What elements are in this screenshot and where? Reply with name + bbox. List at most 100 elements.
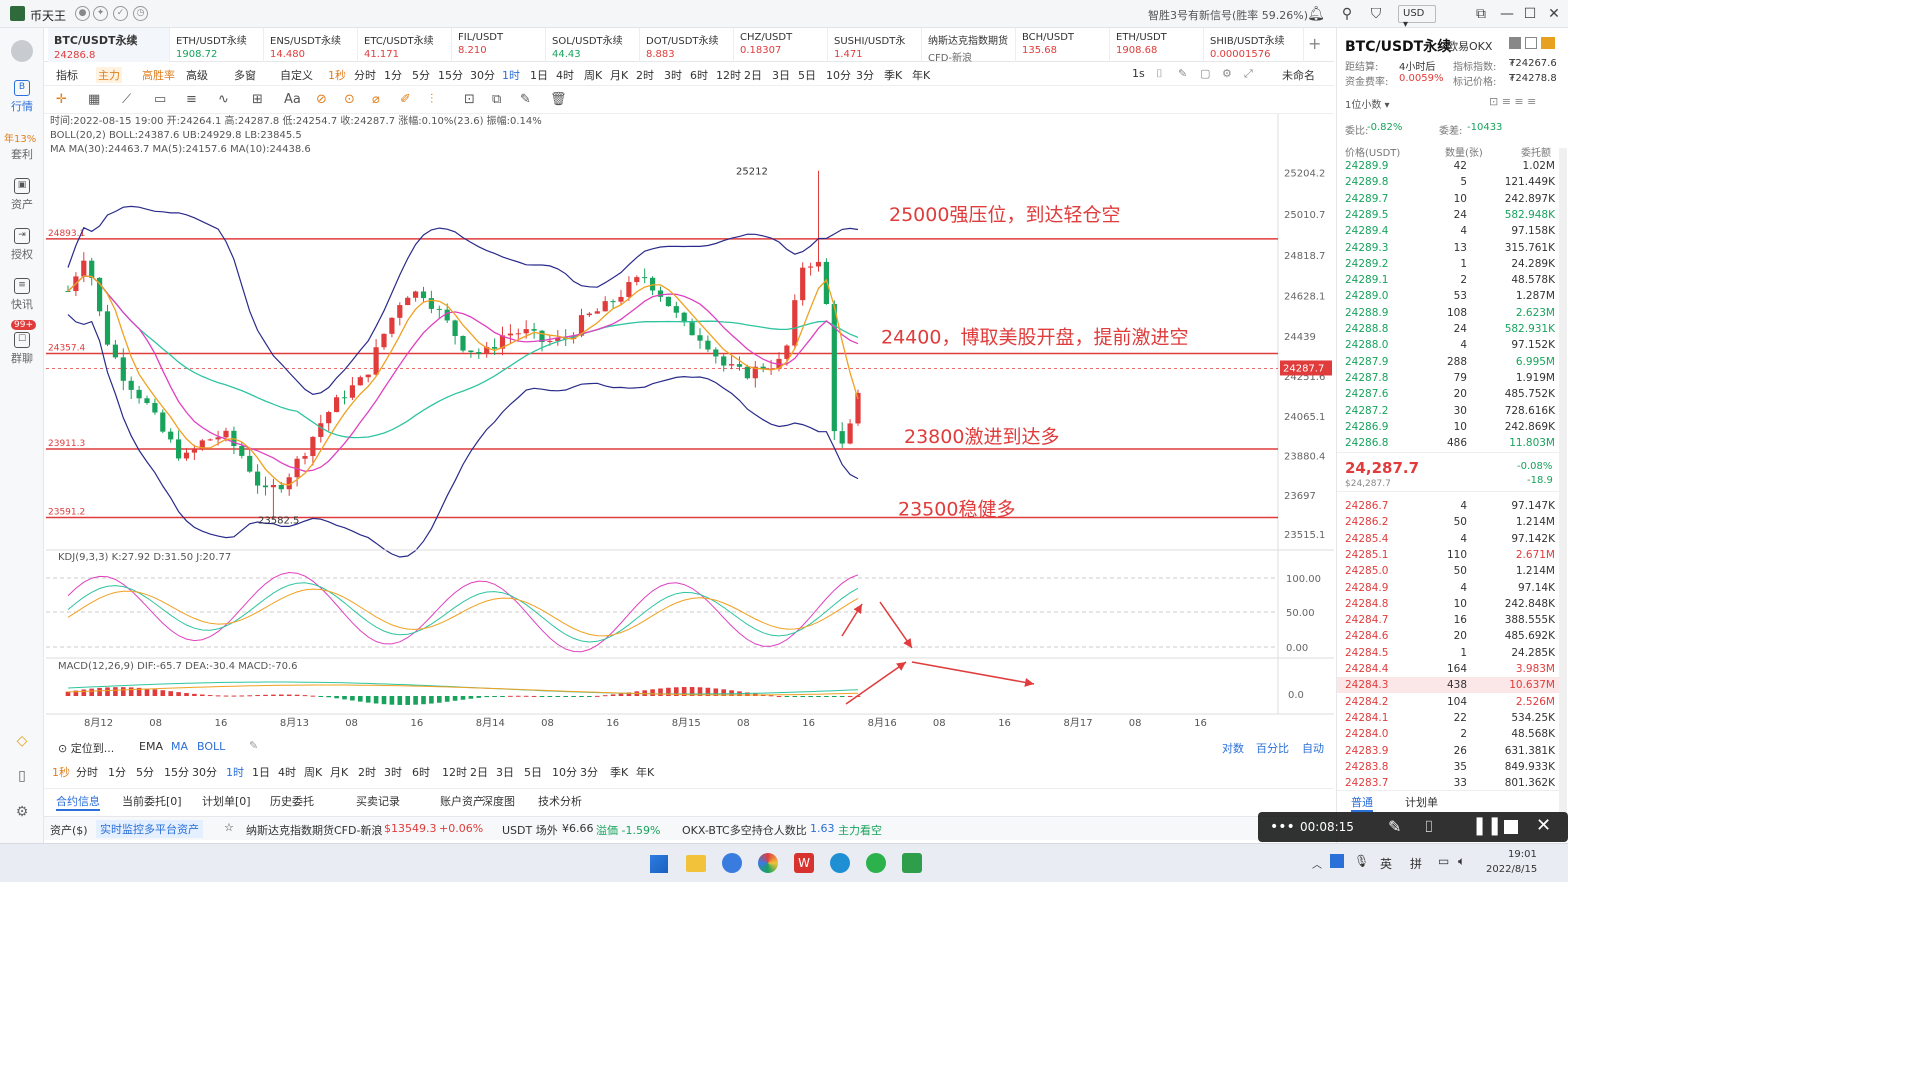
orderbook-row[interactable]: 24286.8 486 11.803M xyxy=(1337,435,1559,450)
text-tool-icon[interactable]: Aa xyxy=(284,92,301,107)
tab-9[interactable]: 纳斯达克指数期货 CFD-新浪 xyxy=(922,28,1016,64)
display-icon[interactable]: ▭ xyxy=(1438,854,1449,868)
candle[interactable] xyxy=(104,304,111,347)
toolbar-item-3[interactable]: 高级 xyxy=(186,67,208,83)
stop-icon[interactable] xyxy=(1504,820,1518,834)
browser-icon[interactable] xyxy=(758,853,778,873)
crosshair-icon[interactable]: ✛ xyxy=(56,92,67,107)
candle[interactable] xyxy=(152,398,158,415)
asset-label[interactable]: 资产($) xyxy=(50,822,88,838)
ime-mode[interactable]: 拼 xyxy=(1410,855,1422,872)
candle[interactable] xyxy=(847,419,853,445)
toolbar-right-1s[interactable]: 1s xyxy=(1132,67,1145,80)
candle[interactable] xyxy=(112,339,118,360)
bottom-interval-18[interactable]: 10分 xyxy=(552,764,577,780)
orderbook-row[interactable]: 24284.0 2 48.568K xyxy=(1337,726,1559,742)
candle[interactable] xyxy=(792,294,798,349)
tab-1[interactable]: ETH/USDT永续 1908.72 xyxy=(170,28,264,62)
bottom-tab-3[interactable]: 历史委托 xyxy=(270,793,314,809)
toolbar-item-1[interactable]: 主力 xyxy=(96,67,122,83)
bottom-interval-15[interactable]: 2日 xyxy=(470,764,488,780)
candle[interactable] xyxy=(594,308,600,314)
candle[interactable] xyxy=(144,395,150,405)
orderbook-row[interactable]: 24284.3 438 10.637M xyxy=(1337,677,1559,694)
lock-icon[interactable]: ⊡ xyxy=(464,92,475,107)
bottom-interval-14[interactable]: 12时 xyxy=(442,764,467,780)
candle[interactable] xyxy=(302,452,308,465)
record-icon[interactable]: ● xyxy=(75,6,90,21)
edit-icon[interactable]: ✎ xyxy=(520,92,531,107)
candle[interactable] xyxy=(800,262,806,306)
candle[interactable] xyxy=(665,296,671,307)
candle[interactable] xyxy=(349,376,355,400)
candle[interactable] xyxy=(262,476,269,496)
candle[interactable] xyxy=(681,311,687,327)
monitor-button[interactable]: 实时监控多平台资产 xyxy=(96,820,203,838)
ruler-icon[interactable]: ▦ xyxy=(88,92,100,107)
candle[interactable] xyxy=(760,363,766,373)
mode-auto[interactable]: 自动 xyxy=(1302,740,1324,756)
mic-icon[interactable]: 🎙︎ xyxy=(1354,854,1369,868)
tab-5[interactable]: SOL/USDT永续 44.43 xyxy=(546,28,640,62)
indicator-boll[interactable]: BOLL xyxy=(197,740,225,753)
orderbook-row[interactable]: 24284.2 104 2.526M xyxy=(1337,694,1559,710)
candle[interactable] xyxy=(428,290,434,314)
candle[interactable] xyxy=(397,302,403,326)
candle[interactable] xyxy=(499,326,506,356)
window-icon[interactable] xyxy=(1525,37,1537,49)
line-tool-icon[interactable]: ⟋ xyxy=(122,92,131,107)
bottom-interval-7[interactable]: 1日 xyxy=(252,764,270,780)
nav-assets[interactable]: ▣ 资产 xyxy=(0,178,44,212)
edge-icon[interactable] xyxy=(830,853,850,873)
candle[interactable] xyxy=(183,448,190,461)
bottom-interval-12[interactable]: 3时 xyxy=(384,764,402,780)
candle[interactable] xyxy=(294,456,300,487)
measure-icon[interactable]: ⫶ xyxy=(430,92,433,107)
orderbook-row[interactable]: 24289.5 24 582.948K xyxy=(1337,207,1559,223)
orderbook-row[interactable]: 24284.4 164 3.983M xyxy=(1337,661,1559,677)
pen-icon[interactable]: ✎ xyxy=(1388,817,1401,836)
nav-chat[interactable]: ☐ 群聊 xyxy=(0,332,44,366)
mode-log[interactable]: 对数 xyxy=(1222,740,1244,756)
candle[interactable] xyxy=(808,262,814,276)
tab-4[interactable]: FIL/USDT 8.210 xyxy=(452,28,546,62)
candle[interactable] xyxy=(586,311,592,318)
candle[interactable] xyxy=(705,335,711,353)
bottom-interval-4[interactable]: 15分 xyxy=(164,764,189,780)
toolbar-item-20[interactable]: 12时 xyxy=(716,67,741,83)
candle[interactable] xyxy=(373,339,379,377)
bottom-interval-17[interactable]: 5日 xyxy=(524,764,542,780)
orderbook-row[interactable]: 24288.9 108 2.623M xyxy=(1337,305,1559,321)
nasdaq-label[interactable]: 纳斯达克指数期货CFD-新浪 xyxy=(246,822,382,838)
bottom-interval-19[interactable]: 3分 xyxy=(580,764,598,780)
toolbar-item-22[interactable]: 3日 xyxy=(772,67,790,83)
candle[interactable] xyxy=(697,328,703,349)
orderbook-row[interactable]: 24288.0 4 97.152K xyxy=(1337,337,1559,353)
close-overlay-icon[interactable]: ✕ xyxy=(1536,815,1551,836)
candle[interactable] xyxy=(507,324,513,344)
bottom-interval-21[interactable]: 年K xyxy=(636,764,654,780)
popout-icon[interactable]: ⧉ xyxy=(1472,5,1490,23)
device-icon[interactable]: ▯ xyxy=(0,768,44,784)
candle[interactable] xyxy=(270,478,276,520)
layout-icons[interactable]: ⊡ ≡ ≡ ≡ xyxy=(1489,95,1536,108)
rp-tab-normal[interactable]: 普通 xyxy=(1351,794,1373,812)
camera-icon[interactable]: ⌷ xyxy=(1156,67,1163,81)
search-icon[interactable]: ⚲ xyxy=(1338,5,1356,23)
bottom-interval-16[interactable]: 3日 xyxy=(496,764,514,780)
candle[interactable] xyxy=(160,409,166,434)
bottom-tab-2[interactable]: 计划单[0] xyxy=(202,793,251,809)
tray-app-icon[interactable] xyxy=(1330,854,1344,868)
tab-8[interactable]: SUSHI/USDT永 1.471 xyxy=(828,28,922,62)
indicator-ema[interactable]: EMA xyxy=(139,740,163,753)
add-tab-icon[interactable]: + xyxy=(1308,34,1321,53)
orderbook-row[interactable]: 24289.8 5 121.449K xyxy=(1337,174,1559,190)
layout-name[interactable]: 未命名 xyxy=(1282,67,1315,83)
toolbar-item-4[interactable]: 多窗 xyxy=(234,67,256,83)
currency-select[interactable]: USD ▾ xyxy=(1398,5,1436,30)
candle[interactable] xyxy=(326,410,332,431)
orderbook-row[interactable]: 24286.7 4 97.147K xyxy=(1337,498,1559,514)
mode-percent[interactable]: 百分比 xyxy=(1256,740,1289,756)
toolbar-item-12[interactable]: 1时 xyxy=(502,67,520,83)
wave-tool-icon[interactable]: ∿ xyxy=(218,92,229,107)
